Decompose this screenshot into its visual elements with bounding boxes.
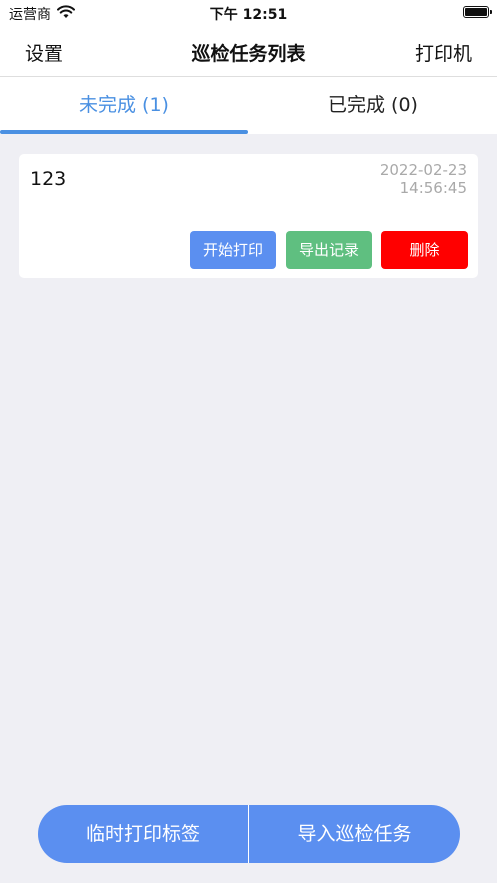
battery-icon <box>463 6 489 18</box>
delete-button[interactable]: 删除 <box>381 231 468 269</box>
printer-button[interactable]: 打印机 <box>415 39 472 66</box>
import-task-button[interactable]: 导入巡检任务 <box>249 805 460 863</box>
task-time: 14:56:45 <box>380 179 467 197</box>
task-name: 123 <box>30 168 66 190</box>
task-timestamp: 2022-02-23 14:56:45 <box>380 161 467 197</box>
start-print-button[interactable]: 开始打印 <box>190 231 276 269</box>
task-date: 2022-02-23 <box>380 161 467 179</box>
battery-fill <box>465 8 487 16</box>
tab-completed[interactable]: 已完成 (0) <box>249 77 497 134</box>
active-tab-indicator <box>0 130 248 134</box>
task-card[interactable]: 123 2022-02-23 14:56:45 开始打印 导出记录 删除 <box>19 154 478 278</box>
temp-print-label-button[interactable]: 临时打印标签 <box>38 805 248 863</box>
export-records-button[interactable]: 导出记录 <box>286 231 372 269</box>
tab-bar: 未完成 (1) 已完成 (0) <box>0 77 497 134</box>
tab-incomplete[interactable]: 未完成 (1) <box>0 77 248 134</box>
status-bar: 运营商 下午 12:51 <box>0 0 497 26</box>
bottom-action-bar: 临时打印标签 导入巡检任务 <box>38 805 460 863</box>
status-time: 下午 12:51 <box>0 4 497 24</box>
navigation-bar: 设置 巡检任务列表 打印机 <box>0 26 497 77</box>
